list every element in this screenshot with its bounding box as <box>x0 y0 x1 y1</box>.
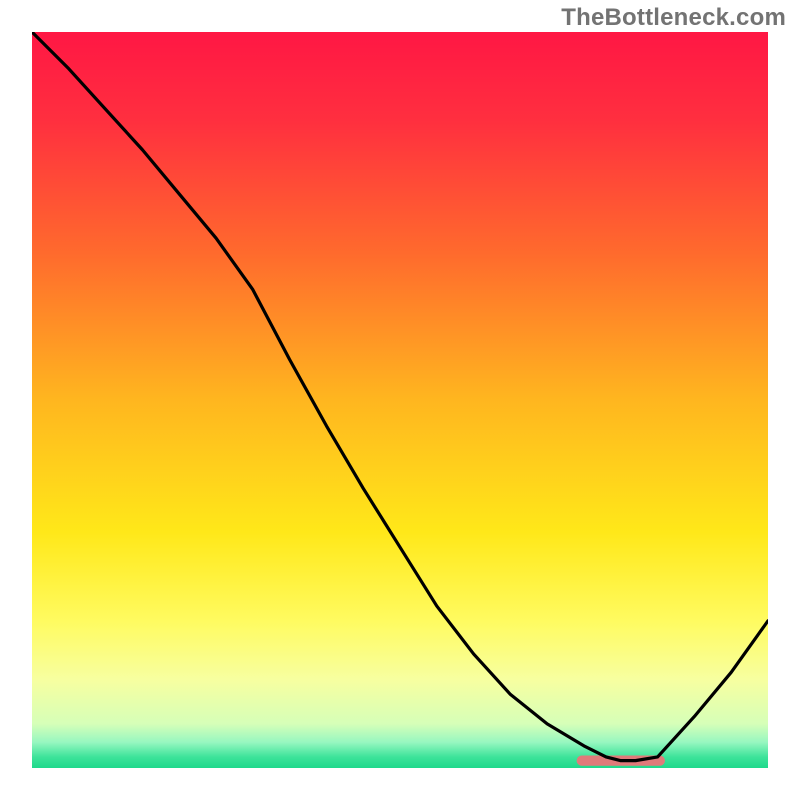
chart-container: TheBottleneck.com <box>0 0 800 800</box>
plot-area <box>32 32 768 768</box>
gradient-background <box>32 32 768 768</box>
watermark-label: TheBottleneck.com <box>561 4 786 32</box>
chart-svg <box>32 32 768 768</box>
